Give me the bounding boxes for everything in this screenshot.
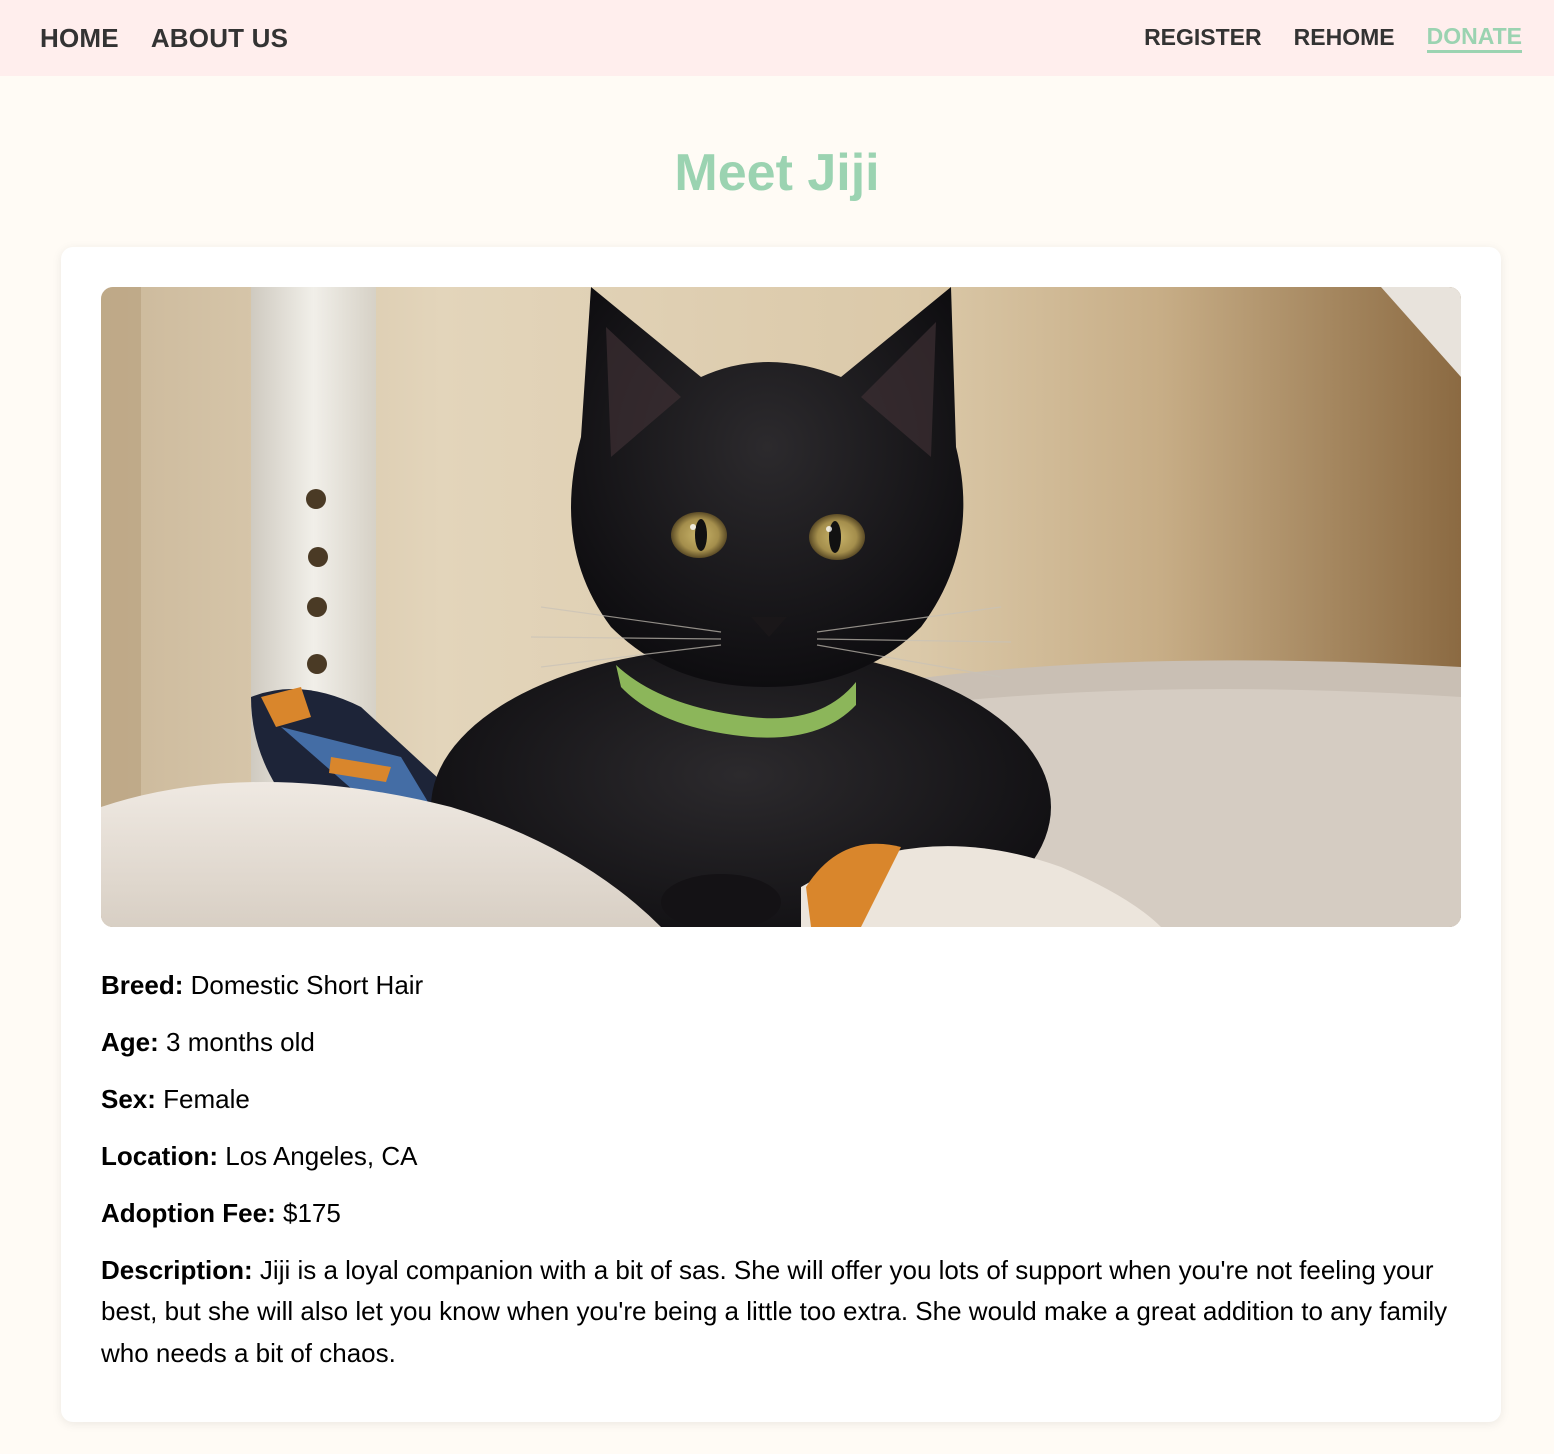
detail-location: Location: Los Angeles, CA	[101, 1136, 1461, 1177]
nav-link-about-us[interactable]: ABOUT US	[151, 23, 288, 54]
page-title: Meet Jiji	[674, 144, 880, 202]
nav-link-rehome[interactable]: REHOME	[1294, 24, 1395, 53]
pet-photo	[101, 287, 1461, 927]
nav-right-group: REGISTER REHOME DONATE	[1112, 23, 1522, 53]
pet-details: Breed: Domestic Short Hair Age: 3 months…	[101, 965, 1461, 1374]
detail-location-value: Los Angeles, CA	[225, 1141, 418, 1172]
detail-adoption-fee-label: Adoption Fee:	[101, 1198, 276, 1229]
nav-link-register[interactable]: REGISTER	[1144, 24, 1262, 53]
detail-breed: Breed: Domestic Short Hair	[101, 965, 1461, 1006]
detail-breed-label: Breed:	[101, 970, 184, 1000]
nav-link-home[interactable]: HOME	[40, 23, 119, 54]
detail-sex-value: Female	[163, 1084, 250, 1115]
detail-sex: Sex: Female	[101, 1079, 1461, 1120]
pet-card: Breed: Domestic Short Hair Age: 3 months…	[61, 247, 1501, 1422]
detail-location-label: Location:	[101, 1141, 218, 1172]
detail-description-value: Jiji is a loyal companion with a bit of …	[101, 1255, 1448, 1368]
detail-description-label: Description:	[101, 1255, 253, 1286]
nav-link-donate[interactable]: DONATE	[1426, 23, 1522, 53]
detail-adoption-fee-value: $175	[283, 1198, 341, 1229]
top-navbar: HOME ABOUT US REGISTER REHOME DONATE	[0, 0, 1554, 76]
detail-adoption-fee: Adoption Fee: $175	[101, 1193, 1461, 1234]
detail-age-label: Age:	[101, 1027, 159, 1058]
nav-left-group: HOME ABOUT US	[40, 23, 320, 54]
detail-age: Age: 3 months old	[101, 1022, 1461, 1063]
detail-age-value: 3 months old	[166, 1027, 315, 1058]
detail-description: Description: Jiji is a loyal companion w…	[101, 1250, 1461, 1373]
detail-breed-value: Domestic Short Hair	[190, 970, 424, 1000]
detail-sex-label: Sex:	[101, 1084, 156, 1115]
